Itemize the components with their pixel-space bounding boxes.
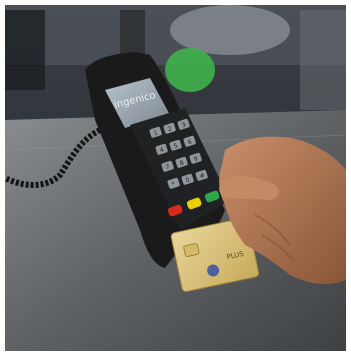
payment-terminal-photo: ingenico 123456789*0# PLUS <box>0 0 351 356</box>
